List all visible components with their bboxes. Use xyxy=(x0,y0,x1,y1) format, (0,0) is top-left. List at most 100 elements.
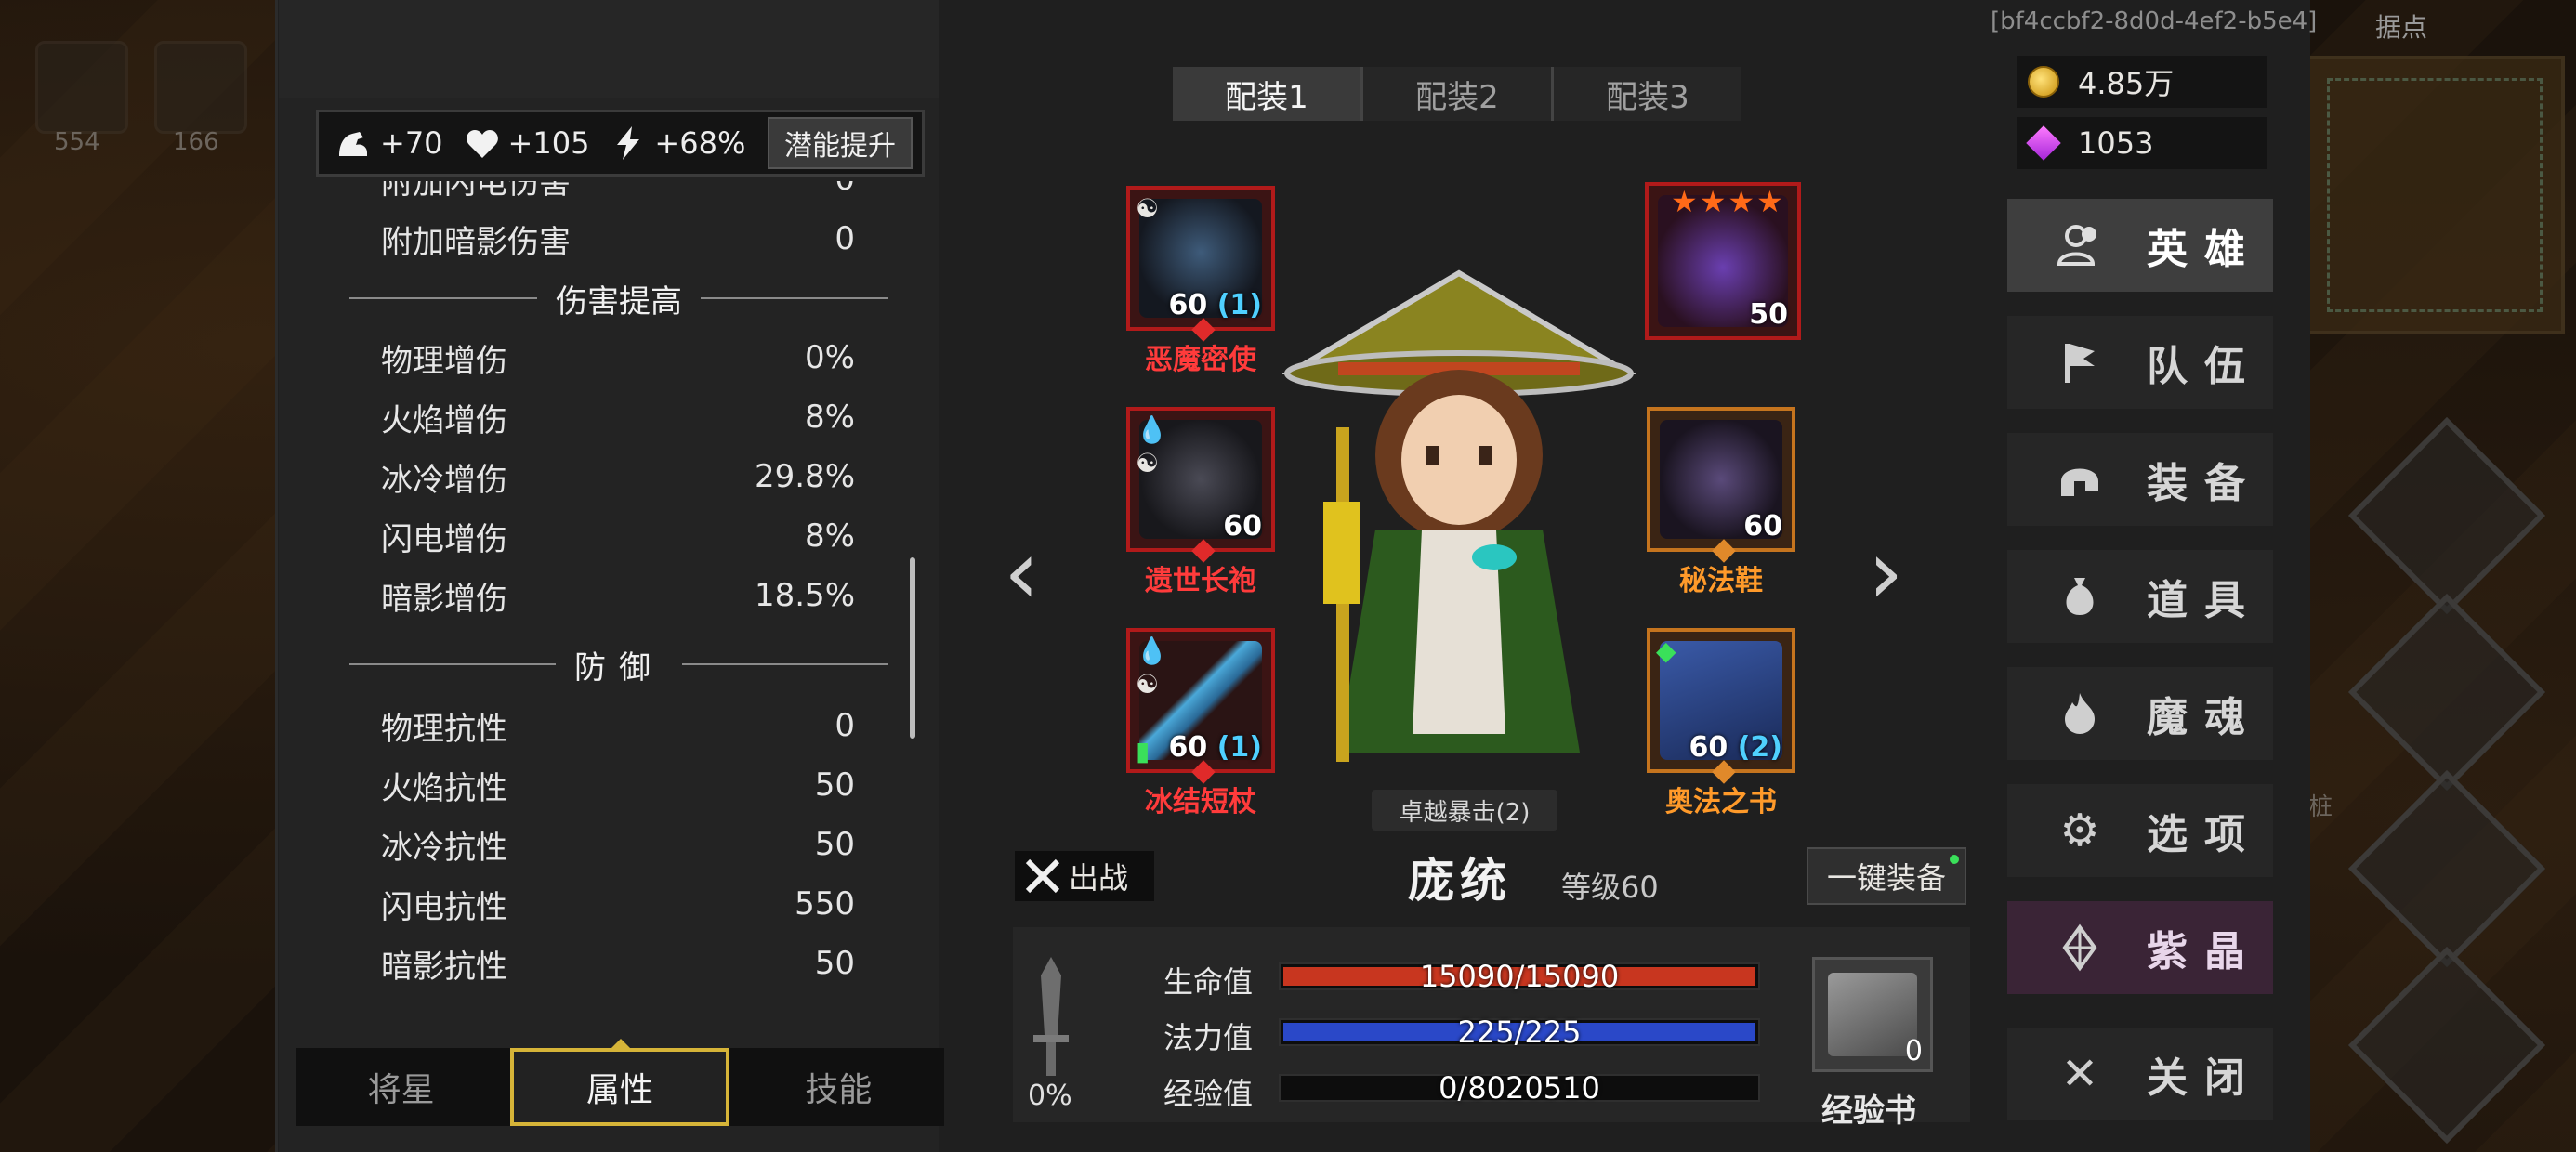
hero-level: 等级60 xyxy=(1561,870,1659,905)
exp-text: 0/8020510 xyxy=(1439,1070,1600,1106)
tab-loadout-3[interactable]: 配装3 xyxy=(1554,67,1741,121)
section-header-defense: 防御 xyxy=(349,636,888,692)
menu-amethyst[interactable]: 紫晶 xyxy=(2007,901,2273,994)
menu-hero[interactable]: 英雄 xyxy=(2007,199,2273,292)
muscle-icon xyxy=(335,124,373,162)
attribute-row: 附加闪电伤害 0 xyxy=(381,181,855,202)
health-stat: +105 xyxy=(464,124,590,162)
gold-coin-icon xyxy=(2028,66,2059,98)
strength-stat: +70 xyxy=(335,124,443,162)
yin-yang-icon: ☯ xyxy=(1136,669,1160,700)
next-hero-arrow-icon[interactable]: › xyxy=(1868,520,1903,624)
helmet-icon xyxy=(2054,453,2106,505)
equip-all-button[interactable]: 一键装备 xyxy=(1807,847,1966,905)
attribute-row: 冰冷抗性 50 xyxy=(381,826,855,867)
crossed-swords-icon xyxy=(1024,857,1061,895)
equip-name-helmet: 恶魔密使 xyxy=(1145,344,1256,376)
notification-dot xyxy=(1950,855,1959,864)
flame-icon xyxy=(2054,687,2106,740)
attribute-row: 冰冷增伤 29.8% xyxy=(381,458,855,499)
hero-name: 庞统 xyxy=(1408,854,1512,908)
exp-book-count: 0 xyxy=(1904,1035,1923,1067)
people-icon xyxy=(2054,219,2106,271)
attribute-row: 附加暗影伤害 0 xyxy=(381,209,855,268)
gear-icon: ⚙ xyxy=(2059,805,2100,857)
set-bonus-label[interactable]: 卓越暴击(2) xyxy=(1372,790,1557,831)
yin-yang-icon: ☯ xyxy=(1136,193,1160,224)
attribute-scrollbar[interactable] xyxy=(910,557,915,739)
loadout-tabs: 配装1 配装2 配装3 xyxy=(1173,67,1741,121)
attribute-panel-header xyxy=(279,0,939,98)
flag-icon xyxy=(2054,336,2106,388)
attribute-row: 物理抗性 0 xyxy=(381,707,855,748)
health-value: +105 xyxy=(507,125,590,161)
hp-bar: 15090/15090 xyxy=(1279,959,1760,994)
previous-hero-arrow-icon[interactable]: ‹ xyxy=(1004,520,1039,624)
gold-value: 4.85万 xyxy=(2078,66,2175,101)
equip-slot-armor[interactable]: 💧 ☯ 60 xyxy=(1126,407,1275,563)
mp-label: 法力值 xyxy=(1163,1020,1254,1055)
equip-name-boots: 秘法鞋 xyxy=(1679,565,1763,597)
active-tab-caret-icon xyxy=(610,1039,632,1050)
energy-stat: +68% xyxy=(610,124,745,162)
bg-item-slot xyxy=(154,41,247,134)
bg-slot-count: 554 xyxy=(54,128,100,156)
equip-slot-companion[interactable]: ★★★★ 50 xyxy=(1645,182,1801,340)
purple-gem-icon xyxy=(2026,125,2061,161)
hero-portrait xyxy=(1281,269,1637,790)
green-book-icon: ▮ xyxy=(1136,736,1150,766)
equip-name-weapon: 冰结短杖 xyxy=(1145,786,1256,818)
bg-side-text: 桩 xyxy=(2308,793,2333,821)
attribute-row: 火焰抗性 50 xyxy=(381,766,855,807)
equip-name-book: 奥法之书 xyxy=(1665,786,1777,818)
hp-label: 生命值 xyxy=(1163,964,1254,1000)
menu-options[interactable]: ⚙ 选项 xyxy=(2007,784,2273,877)
exp-book-label: 经验书 xyxy=(1821,1093,1916,1130)
mp-text: 225/225 xyxy=(1457,1015,1582,1050)
tab-generals-star[interactable]: 将星 xyxy=(296,1048,506,1126)
equip-slot-helmet[interactable]: ☯ 60 (1) xyxy=(1126,186,1275,342)
stronghold-label[interactable]: 据点 xyxy=(2375,7,2427,45)
tab-skills[interactable]: 技能 xyxy=(733,1048,944,1126)
equip-slot-weapon[interactable]: 💧 ☯ ▮ 60 (1) xyxy=(1126,628,1275,784)
tab-attributes[interactable]: 属性 xyxy=(510,1048,729,1126)
attribute-row: 暗影抗性 50 xyxy=(381,945,855,986)
bg-item-slot xyxy=(35,41,128,134)
star-rating: ★★★★ xyxy=(1671,184,1785,219)
equip-slot-book[interactable]: ◆ 60 (2) xyxy=(1647,628,1795,784)
equip-slot-boots[interactable]: 60 xyxy=(1647,407,1795,563)
bg-slot-count: 166 xyxy=(173,128,219,156)
menu-soul[interactable]: 魔魂 xyxy=(2007,667,2273,760)
lightning-icon xyxy=(610,124,647,162)
books-stack-icon xyxy=(1828,973,1917,1056)
mp-bar: 225/225 xyxy=(1279,1015,1760,1050)
green-gem-icon: ◆ xyxy=(1656,635,1676,666)
attribute-row: 火焰增伤 8% xyxy=(381,399,855,439)
water-drop-icon: 💧 xyxy=(1136,414,1168,445)
tab-loadout-2[interactable]: 配装2 xyxy=(1363,67,1554,121)
exp-label: 经验值 xyxy=(1163,1076,1254,1111)
menu-close[interactable]: ✕ 关闭 xyxy=(2007,1028,2273,1120)
exp-book-slot[interactable]: 0 xyxy=(1812,957,1933,1072)
attribute-list[interactable]: 附加闪电伤害 0 附加暗影伤害 0 伤害提高 物理增伤 0% 火焰增伤 8% 冰… xyxy=(316,181,920,1028)
tab-loadout-1[interactable]: 配装1 xyxy=(1173,67,1363,121)
menu-team[interactable]: 队伍 xyxy=(2007,316,2273,409)
deploy-label: 出战 xyxy=(1069,860,1129,896)
section-header-damage: 伤害提高 xyxy=(349,270,888,326)
strength-value: +70 xyxy=(380,125,443,161)
crystal-icon xyxy=(2054,922,2106,974)
deploy-button[interactable]: 出战 xyxy=(1015,851,1154,901)
exp-bar: 0/8020510 xyxy=(1279,1070,1760,1106)
attribute-value: 0 xyxy=(835,220,855,257)
stat-strip: +70 +105 +68% 潜能提升 xyxy=(316,110,925,177)
gem-value: 1053 xyxy=(2078,125,2154,161)
attribute-row: 闪电抗性 550 xyxy=(381,885,855,926)
potential-upgrade-button[interactable]: 潜能提升 xyxy=(768,117,913,169)
menu-equipment[interactable]: 装备 xyxy=(2007,433,2273,526)
gem-counter: 1053 xyxy=(2017,117,2267,169)
weapon-percent: 0% xyxy=(1028,1080,1072,1112)
pouch-icon xyxy=(2054,570,2106,622)
attribute-row: 闪电增伤 8% xyxy=(381,517,855,558)
menu-items[interactable]: 道具 xyxy=(2007,550,2273,643)
water-drop-icon: 💧 xyxy=(1136,635,1168,666)
